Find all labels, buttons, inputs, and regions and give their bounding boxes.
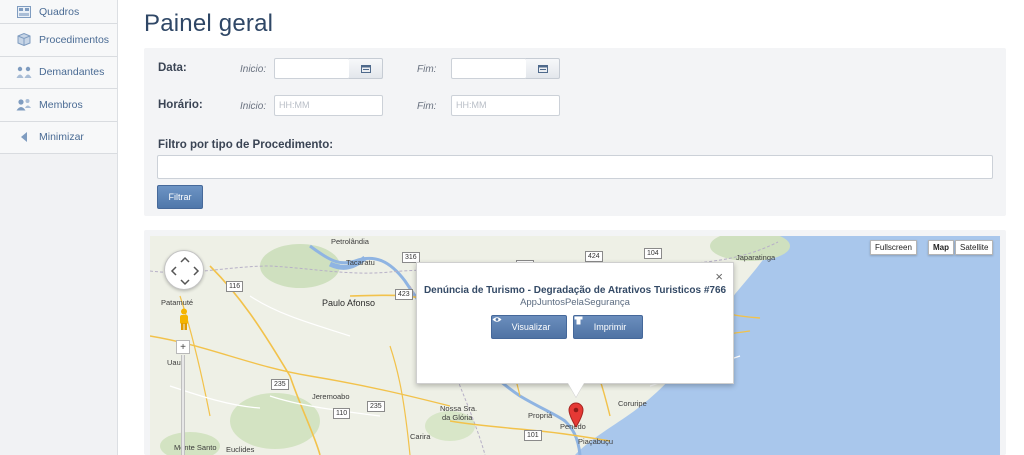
sidebar-item-minimizar[interactable]: Minimizar [0, 121, 117, 154]
map-label-coruripe: Coruripe [618, 399, 647, 408]
procedure-filter-input[interactable] [157, 155, 993, 179]
sidebar-item-quadros[interactable]: Quadros [0, 0, 117, 24]
procedure-filter-label: Filtro por tipo de Procedimento: [158, 139, 334, 151]
road-shield: 101 [524, 430, 542, 441]
map-label-carira: Carira [410, 432, 431, 441]
map-type-satellite-button[interactable]: Satellite [955, 240, 994, 255]
sidebar-item-label: Membros [39, 98, 83, 111]
date-label: Data: [158, 62, 187, 74]
map-label-japaratinga: Japaratinga [736, 253, 776, 262]
map-label-nossa-sra: Nossa Sra. [440, 404, 478, 413]
dashboard-icon [16, 5, 32, 19]
calendar-icon [360, 60, 371, 78]
road-shield: 110 [333, 408, 351, 419]
info-window-subtitle: AppJuntosPelaSegurança [520, 297, 630, 308]
zoom-slider[interactable] [181, 355, 185, 455]
map[interactable]: Petrolândia Tacaratu Paulo Afonso Patamu… [150, 236, 1000, 455]
map-marker-icon[interactable] [568, 402, 584, 428]
page-title: Painel geral [144, 10, 274, 37]
map-label-patamute: Patamuté [161, 298, 194, 307]
info-window: × Denúncia de Turismo - Degradação de At… [416, 262, 734, 384]
users-icon [16, 65, 32, 79]
map-label-petrolandia: Petrolândia [331, 237, 369, 246]
filter-panel: Data: Inicio: Fim: Horário: Inicio: HH:M… [144, 48, 1006, 216]
triangle-left-icon [16, 130, 32, 144]
box-icon [16, 33, 32, 47]
sidebar-item-label: Quadros [39, 5, 80, 18]
time-end-label: Fim: [417, 101, 437, 112]
date-end-label: Fim: [417, 64, 437, 75]
sidebar-item-label: Minimizar [39, 131, 84, 144]
street-view-pegman-icon[interactable] [178, 308, 190, 330]
map-label-propria: Propriá [528, 411, 553, 420]
map-label-euclides: Euclides [226, 445, 255, 454]
map-container: Petrolândia Tacaratu Paulo Afonso Patamu… [144, 230, 1006, 455]
time-start-label: Inicio: [240, 101, 267, 112]
date-end-input[interactable] [451, 58, 527, 79]
date-end-calendar-button[interactable] [526, 58, 560, 79]
date-start-calendar-button[interactable] [349, 58, 383, 79]
time-start-input[interactable]: HH:MM [274, 95, 383, 116]
sidebar-item-label: Demandantes [39, 66, 105, 79]
sidebar: Quadros Procedimentos Demandantes Membro… [0, 0, 118, 455]
road-shield: 104 [644, 248, 662, 259]
road-shield: 423 [395, 289, 413, 300]
map-label-piacabucu: Piaçabuçu [578, 437, 614, 446]
map-type-map-button[interactable]: Map [928, 240, 954, 255]
zoom-in-button[interactable]: + [176, 340, 190, 354]
road-shield: 424 [585, 251, 603, 262]
view-button-label: Visualizar [511, 322, 551, 332]
calendar-icon [537, 60, 548, 78]
members-icon [16, 98, 32, 112]
road-shield: 235 [271, 379, 289, 390]
pan-arrows-icon [170, 256, 200, 286]
filter-button[interactable]: Filtrar [157, 185, 203, 209]
fullscreen-button[interactable]: Fullscreen [870, 240, 917, 255]
main-content: Painel geral Data: Inicio: Fim: Horário:… [118, 0, 1024, 455]
print-button-label: Imprimir [593, 322, 627, 332]
time-end-input[interactable]: HH:MM [451, 95, 560, 116]
map-label-tacaratu: Tacaratu [346, 258, 375, 267]
time-label: Horário: [158, 99, 203, 111]
sidebar-item-demandantes[interactable]: Demandantes [0, 56, 117, 89]
pan-control[interactable] [164, 250, 204, 290]
road-shield: 235 [367, 401, 385, 412]
sidebar-item-procedimentos[interactable]: Procedimentos [0, 24, 117, 57]
map-label-jeremoabo: Jeremoabo [312, 392, 350, 401]
print-button[interactable]: Imprimir [573, 315, 643, 339]
map-label-da-gloria: da Glória [442, 413, 473, 422]
view-button[interactable]: Visualizar [491, 315, 567, 339]
sidebar-item-membros[interactable]: Membros [0, 89, 117, 122]
date-start-label: Inicio: [240, 64, 267, 75]
sidebar-item-label: Procedimentos [39, 33, 110, 46]
info-window-pointer [568, 383, 584, 397]
map-label-paulo-afonso: Paulo Afonso [322, 298, 376, 308]
info-window-title: Denúncia de Turismo - Degradação de Atra… [423, 285, 727, 296]
date-start-input[interactable] [274, 58, 350, 79]
close-icon[interactable]: × [715, 269, 723, 284]
road-shield: 116 [226, 281, 244, 292]
